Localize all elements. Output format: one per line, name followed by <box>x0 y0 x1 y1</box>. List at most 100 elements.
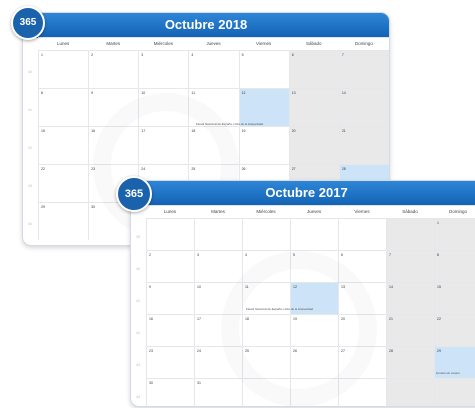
day-cell[interactable] <box>386 379 434 406</box>
day-cell[interactable]: 31 <box>194 379 242 406</box>
day-cell[interactable]: 14 <box>386 283 434 314</box>
weekday-header: Lunes Martes Miércoles Jueves Viernes Sábado D… <box>38 38 389 50</box>
day-cell[interactable]: 21 <box>386 315 434 346</box>
day-cell[interactable]: 9 <box>88 89 139 126</box>
day-cell[interactable]: 15 <box>38 127 89 164</box>
day-cell[interactable]: 18 <box>242 315 290 346</box>
day-cell[interactable]: 25 <box>242 347 290 378</box>
day-cell[interactable]: 13 <box>288 89 339 126</box>
day-cell[interactable]: 24 <box>194 347 242 378</box>
day-cell[interactable]: 16 <box>146 315 194 346</box>
day-cell[interactable]: 21 <box>338 127 389 164</box>
day-cell[interactable]: 27 <box>338 347 386 378</box>
day-number: 13 <box>291 91 296 95</box>
day-cell[interactable]: 26 <box>290 347 338 378</box>
week-row: 43 23 24 25 26 27 28 29 Horario de verano <box>136 346 475 378</box>
week-row: 41 9 10 11 12 13 14 15 Fiesta Nacional de España… <box>136 282 475 314</box>
day-cell[interactable]: 19 <box>238 127 289 164</box>
day-cell[interactable] <box>290 379 338 406</box>
day-cell[interactable]: 7 <box>386 251 434 282</box>
day-cell[interactable]: 19 <box>290 315 338 346</box>
weekday-label: Viernes <box>354 209 370 214</box>
day-cell[interactable]: 20 <box>338 315 386 346</box>
day-cell[interactable]: 17 <box>138 127 189 164</box>
day-cell[interactable] <box>146 219 194 250</box>
day-number: 25 <box>245 349 249 353</box>
week-number: 41 <box>28 107 32 112</box>
day-number: 5 <box>293 253 295 257</box>
day-number: 26 <box>241 167 246 171</box>
day-cell[interactable] <box>290 219 338 250</box>
day-cell[interactable]: 30 <box>146 379 194 406</box>
day-cell[interactable]: 13 <box>338 283 386 314</box>
day-cell[interactable] <box>242 379 290 406</box>
day-cell[interactable]: 1 <box>434 219 475 250</box>
day-cell[interactable]: 12 <box>238 89 289 126</box>
calendar-header: Octubre 2017 <box>131 181 475 206</box>
weekday-label: Jueves <box>206 41 221 46</box>
weekday-label: Domingo <box>354 41 373 46</box>
day-cell[interactable]: 3 <box>138 51 189 88</box>
day-cell[interactable]: 5 <box>238 51 289 88</box>
day-number: 6 <box>291 53 294 57</box>
day-cell[interactable]: 6 <box>338 251 386 282</box>
day-cell[interactable]: 20 <box>288 127 339 164</box>
weekday-label: Sábado <box>306 41 322 46</box>
dst-note: Horario de verano <box>436 371 461 375</box>
day-cell[interactable]: 28 <box>386 347 434 378</box>
day-cell[interactable]: 10 <box>138 89 189 126</box>
day-cell[interactable]: 7 <box>338 51 389 88</box>
day-cell[interactable]: 23 <box>146 347 194 378</box>
weekday-label: Miércoles <box>256 209 276 214</box>
week-row: 40 2 3 4 5 6 7 8 <box>136 250 475 282</box>
day-cell[interactable]: 6 <box>288 51 339 88</box>
day-number: 7 <box>341 53 344 57</box>
day-number: 1 <box>41 53 43 57</box>
day-cell[interactable]: 8 <box>434 251 475 282</box>
day-cell[interactable] <box>242 219 290 250</box>
day-cell[interactable]: 9 <box>146 283 194 314</box>
calendar-grid: Lunes Martes Miércoles Jueves Viernes Sábado D… <box>136 205 475 406</box>
day-number: 30 <box>149 381 153 385</box>
week-number: 44 <box>136 394 140 399</box>
day-cell[interactable]: 4 <box>188 51 239 88</box>
day-number: 24 <box>141 167 146 171</box>
weekday-label: Lunes <box>163 209 177 214</box>
day-cell[interactable]: 3 <box>194 251 242 282</box>
day-number: 26 <box>293 349 297 353</box>
day-cell[interactable]: 2 <box>146 251 194 282</box>
day-cell[interactable]: 14 <box>338 89 389 126</box>
day-cell[interactable]: 22 <box>38 165 89 202</box>
day-cell[interactable]: 11 <box>188 89 239 126</box>
day-cell[interactable]: 4 <box>242 251 290 282</box>
day-cell[interactable]: 16 <box>88 127 139 164</box>
day-cell[interactable]: 22 <box>434 315 475 346</box>
day-cell[interactable]: 18 <box>188 127 239 164</box>
day-number: 12 <box>241 91 246 95</box>
day-cell[interactable] <box>434 379 475 406</box>
day-number: 14 <box>341 91 346 95</box>
day-cell[interactable] <box>338 379 386 406</box>
day-cell[interactable]: 15 <box>434 283 475 314</box>
day-cell[interactable]: 17 <box>194 315 242 346</box>
day-number: 20 <box>291 129 296 133</box>
day-cell[interactable]: 5 <box>290 251 338 282</box>
day-cell[interactable]: 1 <box>38 51 89 88</box>
day-number: 9 <box>149 285 151 289</box>
week-number: 40 <box>136 266 140 271</box>
day-cell[interactable] <box>386 219 434 250</box>
day-number: 7 <box>389 253 391 257</box>
day-cell[interactable] <box>338 219 386 250</box>
day-cell[interactable]: 29 <box>38 203 89 240</box>
day-cell[interactable]: 8 <box>38 89 89 126</box>
day-number: 22 <box>437 317 441 321</box>
weekday-label: Lunes <box>56 41 70 46</box>
day-cell[interactable] <box>194 219 242 250</box>
day-number: 5 <box>241 53 244 57</box>
day-number: 2 <box>149 253 151 257</box>
day-cell[interactable]: 2 <box>88 51 139 88</box>
day-number: 17 <box>197 317 201 321</box>
day-cell[interactable]: 10 <box>194 283 242 314</box>
day-number: 28 <box>389 349 393 353</box>
week-number: 43 <box>28 183 32 188</box>
